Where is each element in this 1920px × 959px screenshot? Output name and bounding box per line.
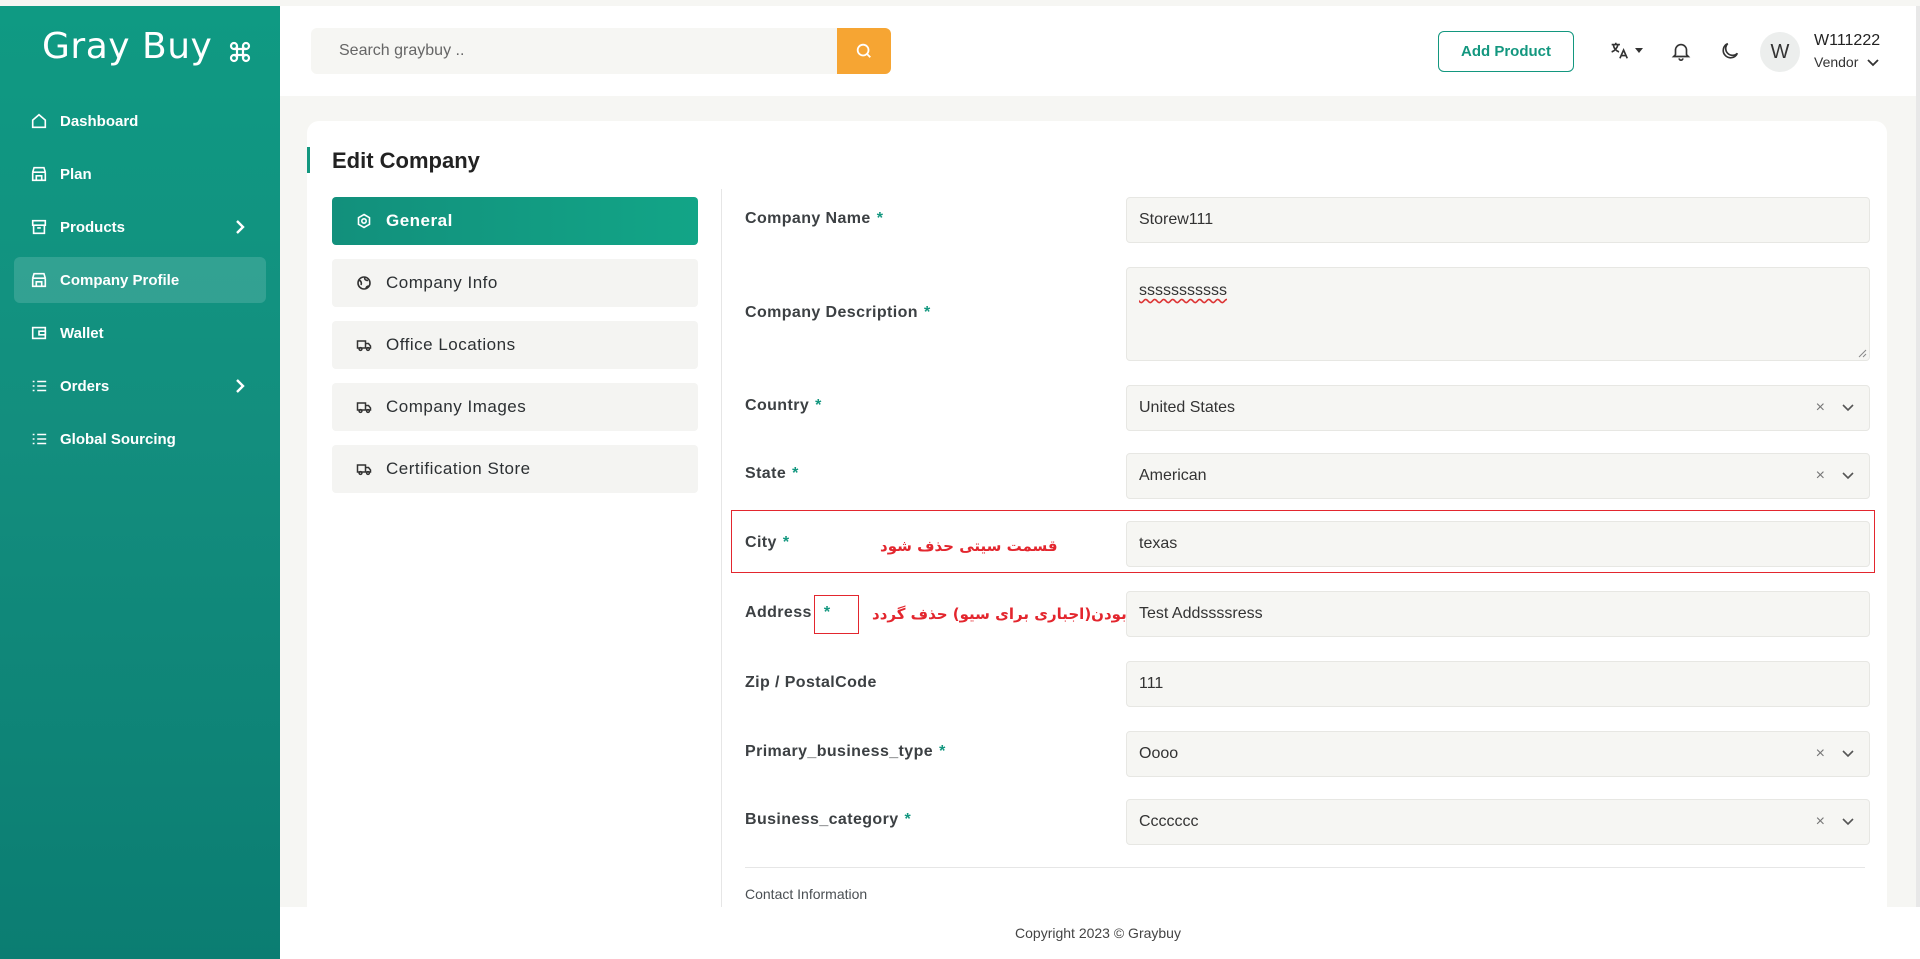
chevron-down-icon[interactable] — [1841, 816, 1855, 828]
topbar: Add Product W W111222 Vendor — [280, 6, 1920, 96]
sidebar-item-label: Plan — [60, 165, 92, 183]
sidebar-item-label: Wallet — [60, 324, 104, 342]
list-icon — [32, 380, 47, 392]
sidebar-item-dashboard[interactable]: Dashboard — [14, 98, 266, 144]
tab-label: Certification Store — [386, 459, 531, 478]
tab-company-info[interactable]: Company Info — [332, 259, 698, 307]
scrollbar[interactable] — [1916, 6, 1920, 911]
sidebar-item-label: Global Sourcing — [60, 430, 176, 448]
translate-icon — [1611, 42, 1629, 59]
contact-section-title: Contact Information — [745, 886, 868, 902]
tab-company-images[interactable]: Company Images — [332, 383, 698, 431]
truck-icon — [356, 340, 372, 352]
brand-logo[interactable]: Gray Buy — [42, 26, 212, 67]
sidebar-item-label: Products — [60, 218, 126, 236]
city-annotation: قسمت سیتی حذف شود — [880, 537, 1058, 555]
company-name-label: Company Name * — [745, 210, 884, 227]
list-icon — [32, 433, 47, 445]
wallet-icon — [31, 326, 47, 340]
avatar[interactable]: W — [1760, 32, 1800, 72]
search-bar — [311, 28, 891, 74]
section-divider — [745, 867, 1865, 868]
search-input[interactable] — [311, 28, 837, 74]
tab-label: General — [386, 211, 453, 230]
company-name-input[interactable]: Storew111 — [1126, 197, 1870, 243]
copyright-text: Copyright 2023 © Graybuy — [1015, 925, 1181, 941]
company-description-label: Company Description * — [745, 304, 931, 321]
sidebar-item-products[interactable]: Products — [14, 204, 266, 250]
tab-certification-store[interactable]: Certification Store — [332, 445, 698, 493]
store-icon — [31, 166, 47, 182]
sidebar-item-wallet[interactable]: Wallet — [14, 310, 266, 356]
sidebar-item-label: Orders — [60, 377, 110, 395]
country-label: Country * — [745, 397, 822, 414]
zip-label: Zip / PostalCode — [745, 674, 877, 691]
language-button[interactable] — [1606, 39, 1646, 63]
user-role[interactable]: Vendor — [1814, 54, 1858, 70]
globe-icon — [357, 276, 371, 290]
clear-icon[interactable]: × — [1816, 813, 1825, 831]
sidebar-nav: Dashboard Plan Products Company Profile … — [14, 98, 266, 469]
search-icon — [856, 43, 871, 58]
sidebar-item-plan[interactable]: Plan — [14, 151, 266, 197]
tab-general[interactable]: General — [332, 197, 698, 245]
add-product-button[interactable]: Add Product — [1438, 31, 1574, 72]
clear-icon[interactable]: × — [1816, 467, 1825, 485]
city-input[interactable]: texas — [1126, 521, 1870, 567]
theme-toggle[interactable] — [1718, 39, 1742, 63]
chevron-down-icon[interactable] — [1866, 57, 1880, 69]
search-button[interactable] — [837, 28, 891, 74]
clear-icon[interactable]: × — [1816, 745, 1825, 763]
state-label: State * — [745, 465, 799, 482]
address-input[interactable]: Test Addssssress — [1126, 591, 1870, 637]
sidebar: Gray Buy Dashboard Plan Products Company… — [0, 6, 280, 959]
sidebar-item-company-profile[interactable]: Company Profile — [14, 257, 266, 303]
city-label: City * — [745, 534, 790, 551]
chevron-right-icon — [236, 379, 245, 393]
title-accent — [307, 147, 310, 173]
chevron-down-icon[interactable] — [1841, 470, 1855, 482]
business-category-select[interactable]: Ccccccc × — [1126, 799, 1870, 845]
country-select[interactable]: United States × — [1126, 385, 1870, 431]
primary-business-type-label: Primary_business_type * — [745, 743, 946, 760]
business-category-label: Business_category * — [745, 811, 912, 828]
settings-icon — [357, 213, 371, 229]
sidebar-item-label: Dashboard — [60, 112, 139, 130]
footer: Copyright 2023 © Graybuy — [280, 907, 1920, 959]
user-name[interactable]: W111222 — [1814, 32, 1880, 50]
tab-label: Company Images — [386, 397, 527, 416]
tab-label: Company Info — [386, 273, 498, 292]
resize-handle-icon[interactable] — [1857, 348, 1867, 358]
tab-office-locations[interactable]: Office Locations — [332, 321, 698, 369]
command-icon[interactable] — [228, 40, 252, 64]
asterisk-highlight-box — [814, 595, 859, 634]
general-form: Company Name * Storew111 Company Descript… — [731, 197, 1875, 902]
company-description-textarea[interactable]: sssssssssss — [1126, 267, 1870, 361]
sidebar-item-label: Company Profile — [60, 271, 180, 289]
state-select[interactable]: American × — [1126, 453, 1870, 499]
chevron-down-icon[interactable] — [1841, 748, 1855, 760]
truck-icon — [356, 464, 372, 476]
settings-tabs: General Company Info Office Locations Co… — [332, 197, 698, 507]
tab-label: Office Locations — [386, 335, 516, 354]
store-icon — [31, 272, 47, 288]
page-title: Edit Company — [332, 148, 480, 173]
notifications-button[interactable] — [1669, 39, 1693, 63]
moon-icon — [1722, 42, 1739, 59]
home-icon — [31, 113, 47, 129]
zip-input[interactable]: 111 — [1126, 661, 1870, 707]
caret-down-icon — [1635, 48, 1643, 53]
bell-icon — [1671, 43, 1691, 61]
chevron-right-icon — [236, 220, 245, 234]
truck-icon — [356, 402, 372, 414]
chevron-down-icon[interactable] — [1841, 402, 1855, 414]
archive-icon — [31, 219, 47, 235]
clear-icon[interactable]: × — [1816, 399, 1825, 417]
primary-business-type-select[interactable]: Oooo × — [1126, 731, 1870, 777]
sidebar-item-orders[interactable]: Orders — [14, 363, 266, 409]
column-divider — [721, 189, 722, 921]
sidebar-item-global-sourcing[interactable]: Global Sourcing — [14, 416, 266, 462]
